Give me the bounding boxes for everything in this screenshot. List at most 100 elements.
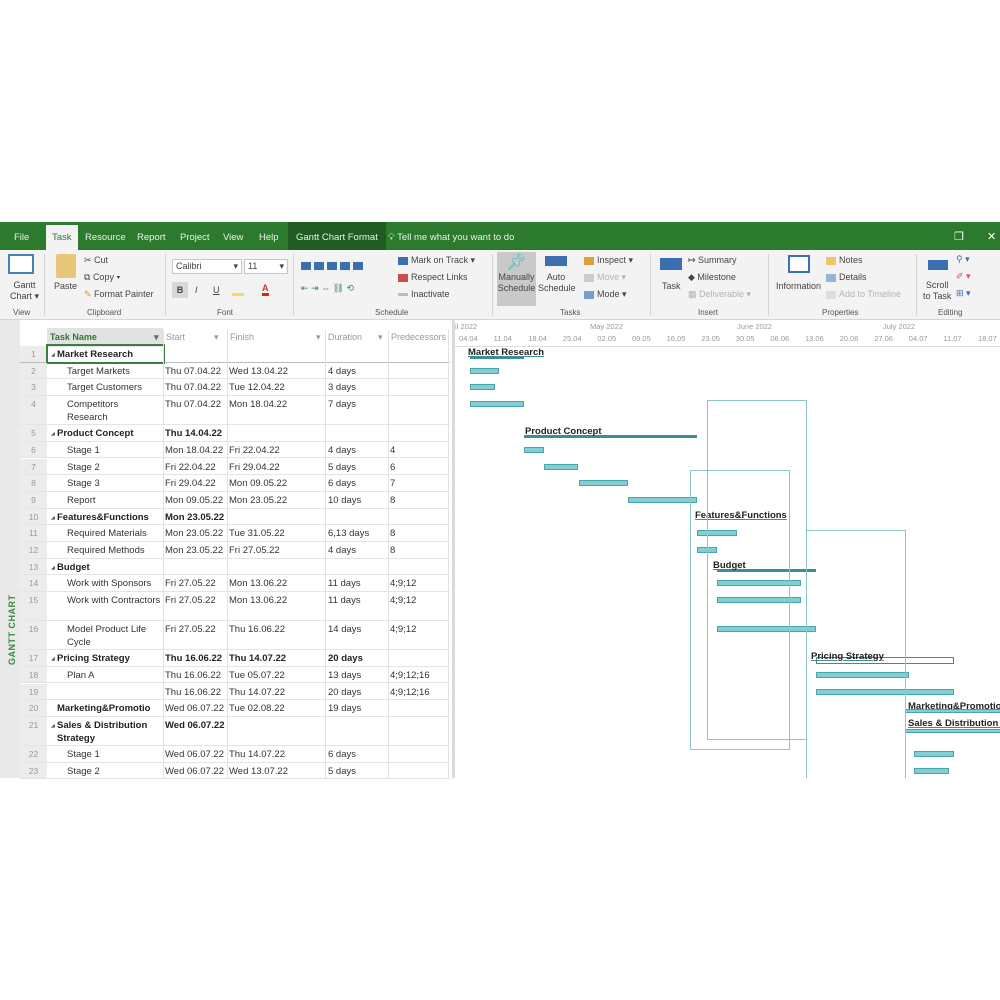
collapse-triangle-icon[interactable]: ◢ bbox=[51, 656, 55, 662]
collapse-triangle-icon[interactable]: ◢ bbox=[51, 352, 55, 358]
table-row[interactable]: 9 Report Mon 09.05.22 Mon 23.05.22 10 days 8 bbox=[20, 491, 450, 509]
font-color-button[interactable]: A bbox=[262, 283, 269, 296]
task-name-cell: Product Concept bbox=[57, 428, 134, 440]
duration-cell: 10 days bbox=[328, 494, 362, 506]
table-row[interactable]: 11 Required Materials Mon 23.05.22 Tue 31.0… bbox=[20, 525, 450, 542]
column-task-name[interactable]: Task Name ▾ bbox=[50, 330, 159, 345]
table-row[interactable]: 6 Stage 1 Mon 18.04.22 Fri 22.04.22 4 days 4 bbox=[20, 441, 450, 459]
task-name-cell: Work with Contractors bbox=[67, 595, 161, 607]
table-row[interactable]: 21 Sales & Distribution Strategy ◢ Wed 06.0… bbox=[20, 716, 450, 746]
collapse-triangle-icon[interactable]: ◢ bbox=[51, 565, 55, 571]
auto-schedule-button[interactable]: Auto Schedule bbox=[538, 252, 576, 306]
mark-on-track-button[interactable]: Mark on Track ▾ bbox=[398, 255, 475, 266]
table-row[interactable]: 14 Work with Sponsors Fri 27.05.22 Mon 13.0… bbox=[20, 575, 450, 593]
move-button[interactable]: Move ▾ bbox=[584, 272, 626, 283]
table-row[interactable]: 17 Pricing Strategy ◢ Thu 16.06.22 Thu 14.07… bbox=[20, 650, 450, 667]
inactivate-button[interactable]: Inactivate bbox=[398, 289, 450, 299]
table-row[interactable]: 5 Product Concept ◢ Thu 14.04.22 bbox=[20, 425, 450, 442]
table-row[interactable]: 12 Required Methods Mon 23.05.22 Fri 27.05.… bbox=[20, 542, 450, 559]
close-icon[interactable]: ✕ bbox=[987, 230, 996, 243]
tab-task[interactable]: Task bbox=[46, 225, 78, 250]
task-bar[interactable] bbox=[469, 367, 500, 374]
task-bar[interactable] bbox=[469, 401, 525, 408]
table-row[interactable]: 23 Stage 2 Wed 06.07.22 Wed 13.07.22 5 days bbox=[20, 762, 450, 780]
row-number: 18 bbox=[20, 666, 47, 683]
table-row[interactable]: 4 Competitors Research Thu 07.04.22 Mon 18.… bbox=[20, 396, 450, 426]
collapse-triangle-icon[interactable]: ◢ bbox=[51, 515, 55, 521]
tab-file[interactable]: File bbox=[10, 222, 33, 250]
start-cell: Fri 27.05.22 bbox=[165, 624, 216, 636]
table-row[interactable]: 18 Plan A Thu 16.06.22 Tue 05.07.22 13 days 4… bbox=[20, 666, 450, 684]
cut-button[interactable]: ✂ Cut bbox=[84, 255, 108, 266]
table-row[interactable]: 7 Stage 2 Fri 22.04.22 Fri 29.04.22 5 days 6 bbox=[20, 458, 450, 476]
column-start[interactable]: Start ▾ bbox=[166, 330, 226, 345]
tab-gantt-chart-format[interactable]: Gantt Chart Format bbox=[288, 222, 386, 250]
table-row[interactable]: 10 Features&Functions ◢ Mon 23.05.22 bbox=[20, 508, 450, 526]
font-size-select[interactable]: 11 ▾ bbox=[244, 259, 288, 274]
mode-button[interactable]: Mode ▾ bbox=[584, 289, 627, 300]
table-row[interactable]: 15 Work with Contractors Fri 27.05.22 Mon 1… bbox=[20, 592, 450, 622]
table-row[interactable]: 19 Thu 16.06.22 Thu 14.07.22 20 days 4;9;12;… bbox=[20, 683, 450, 701]
task-bar[interactable] bbox=[627, 496, 698, 503]
underline-button[interactable]: U bbox=[213, 285, 220, 295]
percent-complete-buttons[interactable] bbox=[301, 260, 366, 270]
italic-button[interactable]: I bbox=[195, 285, 198, 295]
table-row[interactable]: 8 Stage 3 Fri 29.04.22 Mon 09.05.22 6 days 7 bbox=[20, 475, 450, 492]
find-icon[interactable]: ⚲ ▾ bbox=[956, 254, 970, 265]
inspect-button[interactable]: Inspect ▾ bbox=[584, 255, 633, 266]
respect-links-button[interactable]: Respect Links bbox=[398, 272, 468, 282]
task-name-cell: Report bbox=[67, 494, 96, 506]
task-bar[interactable] bbox=[524, 446, 544, 453]
task-bar[interactable] bbox=[914, 767, 949, 774]
add-to-timeline-button[interactable]: Add to Timeline bbox=[826, 289, 901, 299]
bold-button[interactable]: B bbox=[172, 282, 188, 298]
notes-button[interactable]: Notes bbox=[826, 255, 863, 265]
collapse-triangle-icon[interactable]: ◢ bbox=[51, 723, 55, 729]
task-bar[interactable] bbox=[905, 709, 1000, 714]
milestone-button[interactable]: ◆ Milestone bbox=[688, 272, 736, 283]
summary-button[interactable]: ↦ Summary bbox=[688, 255, 737, 266]
table-row[interactable]: 16 Model Product Life Cycle Fri 27.05.22 Th… bbox=[20, 621, 450, 651]
table-row[interactable]: 13 Budget ◢ bbox=[20, 558, 450, 576]
manually-schedule-button[interactable]: 📌︎ Manually Schedule bbox=[497, 252, 536, 306]
scroll-to-task-icon bbox=[928, 260, 948, 270]
column-predecessors[interactable]: Predecessors bbox=[391, 330, 446, 345]
task-bar[interactable] bbox=[914, 750, 954, 757]
row-number: 8 bbox=[20, 475, 47, 491]
column-duration[interactable]: Duration ▾ bbox=[328, 330, 388, 345]
copy-button[interactable]: ⧉ Copy ▾ bbox=[84, 272, 120, 283]
font-family-select[interactable]: Calibri ▾ bbox=[172, 259, 242, 274]
collapse-triangle-icon[interactable]: ◢ bbox=[51, 431, 55, 437]
table-row[interactable]: 1 Market Research ◢ bbox=[20, 344, 450, 364]
paste-icon bbox=[56, 254, 76, 278]
finish-cell: Thu 14.07.22 bbox=[229, 748, 285, 760]
gantt-chart-pane[interactable]: il 2022 May 2022 June 2022 July 2022 04.04 11… bbox=[452, 320, 1000, 778]
task-bar[interactable] bbox=[905, 728, 1000, 733]
table-row[interactable]: 20 Marketing&Promotion Wed 06.07.22 Tue 02.… bbox=[20, 700, 450, 717]
deliverable-button[interactable]: ▦ Deliverable ▾ bbox=[688, 289, 751, 300]
clear-icon[interactable]: ✐ ▾ bbox=[956, 271, 971, 282]
tab-project[interactable]: Project bbox=[176, 222, 214, 250]
restore-icon[interactable]: ❐ bbox=[954, 230, 964, 243]
scroll-to-task-button[interactable]: Scroll to Task bbox=[923, 280, 951, 302]
fill-icon[interactable]: ⊞ ▾ bbox=[956, 288, 971, 299]
highlight-color-icon[interactable] bbox=[232, 283, 244, 296]
insert-task-button[interactable]: Task bbox=[662, 281, 681, 291]
format-painter-button[interactable]: ✎ Format Painter bbox=[84, 289, 154, 300]
column-finish[interactable]: Finish ▾ bbox=[230, 330, 324, 345]
details-button[interactable]: Details bbox=[826, 272, 867, 282]
tab-view[interactable]: View bbox=[219, 222, 247, 250]
paste-button[interactable]: Paste bbox=[54, 281, 77, 291]
tab-help[interactable]: Help bbox=[255, 222, 283, 250]
information-button[interactable]: Information bbox=[776, 281, 821, 291]
task-bar[interactable] bbox=[543, 463, 579, 470]
indent-outdent-link-buttons[interactable]: ⇤ ⇥ ⇔ ⛓ ⟲ bbox=[301, 283, 354, 294]
gantt-chart-button[interactable]: Gantt Chart ▾ bbox=[10, 280, 39, 302]
table-row[interactable]: 22 Stage 1 Wed 06.07.22 Thu 14.07.22 6 days bbox=[20, 745, 450, 763]
table-row[interactable]: 2 Target Markets Thu 07.04.22 Wed 13.04.22 4… bbox=[20, 362, 450, 380]
task-bar[interactable] bbox=[469, 384, 495, 391]
tab-resource[interactable]: Resource bbox=[81, 222, 130, 250]
table-row[interactable]: 3 Target Customers Thu 07.04.22 Tue 12.04.2… bbox=[20, 379, 450, 397]
tab-report[interactable]: Report bbox=[133, 222, 170, 250]
task-bar[interactable] bbox=[578, 480, 628, 487]
